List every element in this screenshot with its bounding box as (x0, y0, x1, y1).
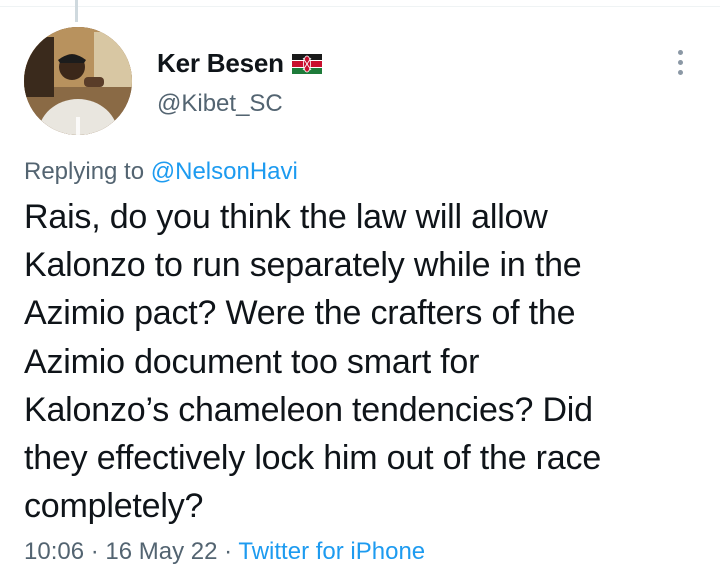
meta-separator: · (224, 538, 233, 565)
author-handle[interactable]: @Kibet_SC (157, 90, 283, 118)
tweet-text-line: Rais, do you think the law will allow (24, 198, 548, 236)
tweet-text-line: Azimio pact? Were the crafters of the (24, 294, 576, 333)
author-name-row[interactable]: Ker Besen (157, 48, 322, 79)
display-name[interactable]: Ker Besen (157, 48, 284, 79)
tweet-date[interactable]: 16 May 22 (105, 538, 217, 565)
tweet-source-link[interactable]: Twitter for iPhone (238, 538, 425, 565)
replying-to: Replying to @NelsonHavi (24, 158, 298, 186)
kenya-flag-icon (291, 53, 322, 74)
tweet-text: Rais, do you think the law will allow Ka… (24, 193, 694, 530)
replying-to-link[interactable]: @NelsonHavi (151, 158, 298, 185)
more-vertical-icon[interactable] (666, 42, 694, 82)
thread-connector-line (75, 0, 78, 22)
tweet-text-line: completely? (24, 487, 204, 526)
meta-separator: · (90, 538, 99, 565)
avatar[interactable] (24, 27, 132, 135)
tweet-text-line: Kalonzo to run separately while in the (24, 246, 582, 285)
tweet-text-line: Azimio document too smart for (24, 342, 480, 381)
tweet-text-line: they effectively lock him out of the rac… (24, 439, 602, 478)
tweet-meta: 10:06 · 16 May 22 · Twitter for iPhone (24, 538, 425, 566)
top-divider (0, 0, 720, 7)
replying-to-label: Replying to (24, 158, 145, 185)
tweet-text-line: Kalonzo’s chameleon tendencies? Did (24, 390, 593, 429)
profile-photo (24, 27, 132, 135)
tweet-time[interactable]: 10:06 (24, 538, 84, 565)
